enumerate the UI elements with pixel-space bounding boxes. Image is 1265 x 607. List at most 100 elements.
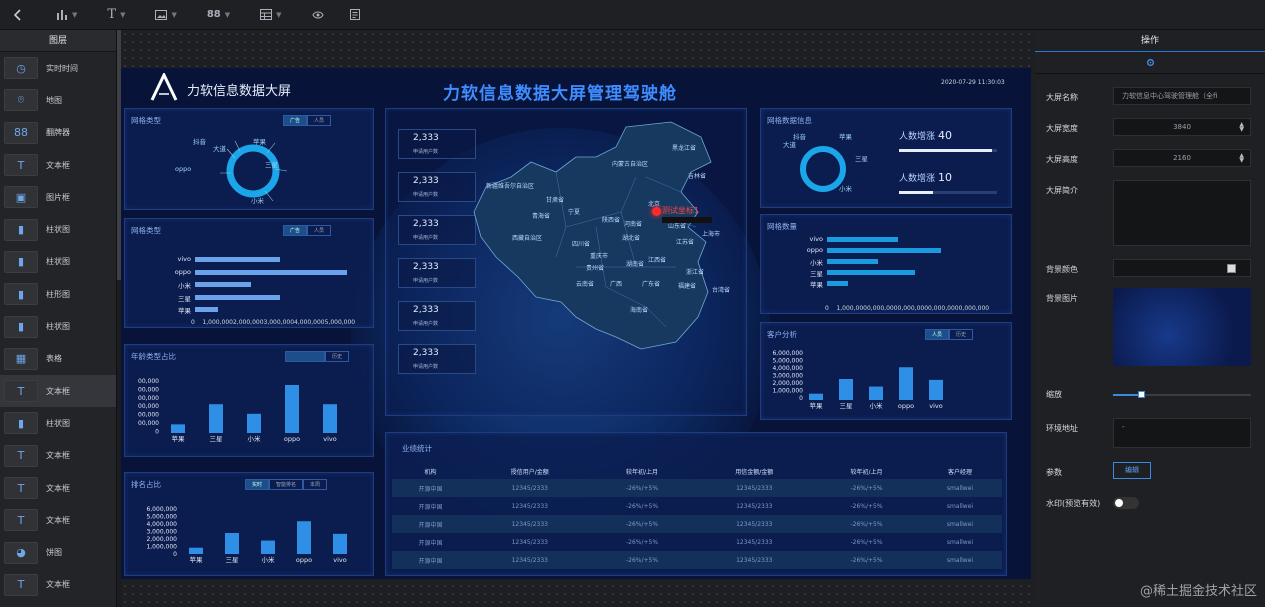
stepper-icon[interactable]: ▲ ▼ (1239, 153, 1244, 164)
back-button[interactable] (0, 0, 31, 30)
layer-item[interactable]: ▮ 柱状图 (0, 246, 116, 278)
customer-panel[interactable]: 客户分析 人员 历史 6,000,000 5,000,000 4,000,000 3,… (760, 322, 1012, 420)
param-edit-button[interactable]: 编辑 (1113, 462, 1151, 479)
donut-label: 小米 (839, 185, 852, 193)
performance-panel[interactable]: 业绩统计 机构 授信用户/金额 较年初/上月 用信金额/金额 较年初/上月 客户经理 开源… (385, 432, 1007, 576)
counter-label: 申请用户数 (413, 192, 439, 198)
grid-count-panel[interactable]: 网格数量 vivo oppo 小米 三星 苹果 0 1,000,0000,000,000… (760, 214, 1012, 314)
zoom-slider-fill (1113, 394, 1141, 396)
widget-menu-button[interactable]: 88 ▼ (198, 0, 239, 30)
layers-panel: 图层 ◷ 实时时间 ⌾ 地图 88 翻牌器 T 文本框 ▣ 图片框 ▮ 柱状图 ▮ 柱状图 ▮ 柱形图 ▮ 柱状图… (0, 30, 117, 607)
bar-category-label: 小米 (810, 259, 823, 267)
counter-label: 申请用户数 (413, 364, 439, 370)
x-tick-label: 三星 (840, 402, 854, 410)
layer-item[interactable]: ▦ 表格 (0, 343, 116, 375)
table-cell: 开源中国 (418, 503, 443, 511)
donut-label: 三星 (265, 161, 278, 169)
zoom-slider[interactable] (1113, 391, 1251, 398)
tab-people[interactable]: 人员 (307, 115, 332, 126)
map-region-label: 广东省 (642, 281, 661, 288)
layer-item[interactable]: ⌾ 地图 (0, 84, 116, 116)
y-tick-label: 6,000,000 (146, 506, 177, 513)
kpi-progress-track (899, 191, 997, 194)
layer-item[interactable]: ◷ 实时时间 (0, 52, 116, 84)
table-row[interactable]: 开源中国 12345/2333 -26%/+5% 12345/2333 -26%/+5%… (392, 551, 1002, 569)
layer-item[interactable]: ◕ 饼图 (0, 536, 116, 568)
table-cell: -26%/+5% (590, 479, 694, 497)
tab-ads[interactable]: 广告 (283, 115, 308, 126)
layer-item[interactable]: T 文本框 (0, 440, 116, 472)
donut-label: 大道 (783, 141, 796, 149)
table-cell: smallwei (917, 479, 1002, 497)
layer-item[interactable]: T 文本框 (0, 472, 116, 504)
layer-item[interactable]: T 文本框 (0, 374, 116, 408)
brand-title: 力软信息数据大屏 (187, 84, 292, 99)
map-marker[interactable] (652, 207, 661, 216)
env-input[interactable]: - (1113, 418, 1251, 448)
layer-item[interactable]: ▮ 柱状图 (0, 407, 116, 439)
bg-image-preview[interactable] (1113, 288, 1251, 366)
layer-item-label: 地图 (46, 95, 62, 105)
layer-item[interactable]: ▣ 图片框 (0, 181, 116, 213)
width-input[interactable]: 3840 ▲ ▼ (1113, 118, 1251, 136)
layer-item-label: 图片框 (46, 192, 70, 202)
settings-tab[interactable] (1035, 52, 1265, 74)
zoom-slider-handle[interactable] (1137, 391, 1145, 398)
table-cell: smallwei (946, 538, 974, 546)
counter-card[interactable]: 2,333 申请用户数 (398, 344, 476, 374)
table-row[interactable]: 开源中国 12345/2333 -26%/+5% 12345/2333 -26%/+5%… (392, 533, 1002, 551)
image-menu-button[interactable]: ▼ (146, 0, 185, 30)
counter-card[interactable]: 2,333 申请用户数 (398, 301, 476, 331)
donut-panel-left[interactable]: 网格类型 广告 人员 抖音 苹果 大道 三星 oppo 小米 (124, 108, 374, 210)
image-icon (155, 9, 168, 20)
text-menu-button[interactable]: T ▼ (98, 0, 134, 30)
table-row[interactable]: 开源中国 12345/2333 -26%/+5% 12345/2333 -26%/+5%… (392, 515, 1002, 533)
map-region-label: 内蒙古自治区 (612, 161, 649, 168)
table-row[interactable]: 开源中国 12345/2333 -26%/+5% 12345/2333 -26%/+5%… (392, 497, 1002, 515)
x-tick-label: oppo (898, 402, 914, 410)
layer-item[interactable]: T 文本框 (0, 149, 116, 181)
bar (827, 248, 941, 253)
bar-panel-left[interactable]: 网格类型 广告 人员 vivo oppo 小米 三星 苹果 0 1,000,0002,0… (124, 218, 374, 328)
bg-color-input[interactable] (1113, 259, 1251, 277)
layer-item[interactable]: T 文本框 (0, 504, 116, 536)
y-tick-label: 00,000 (138, 412, 159, 419)
x-tick-label: oppo (284, 435, 300, 443)
layer-item[interactable]: ▮ 柱状图 (0, 213, 116, 245)
map-marker-tooltip (662, 217, 712, 223)
layer-item[interactable]: ▮ 柱状图 (0, 310, 116, 342)
height-input[interactable]: 2160 ▲ ▼ (1113, 149, 1251, 167)
map-region-label: 重庆市 (590, 253, 609, 260)
watermark-label: 水印(预览有效) (1046, 499, 1101, 508)
data-info-panel[interactable]: 网格数据信息 抖音 苹果 大道 三星 小米 人数增涨 40 人数增涨 10 (760, 108, 1012, 208)
y-tick-label: 3,000,000 (772, 373, 803, 380)
color-picker-icon[interactable] (1227, 264, 1236, 273)
counter-card[interactable]: 2,333 申请用户数 (398, 215, 476, 245)
bar-chart-icon: ▮ (4, 315, 38, 338)
name-input[interactable]: 力软信息中心驾驶管理舱（全fi (1113, 87, 1251, 105)
layer-item-label: 文本框 (46, 386, 70, 396)
stepper-icon[interactable]: ▲ ▼ (1239, 122, 1244, 133)
counter-label: 申请用户数 (413, 149, 439, 155)
chart-menu-button[interactable]: ▼ (47, 0, 86, 30)
counter-card[interactable]: 2,333 申请用户数 (398, 172, 476, 202)
watermark-toggle[interactable] (1113, 497, 1139, 509)
rank-panel[interactable]: 排名占比 实时 智能排名 本周 6,000,000 5,000,000 4,000,… (124, 472, 374, 576)
table-menu-button[interactable]: ▼ (251, 0, 290, 30)
map-region-label: 湖北省 (622, 235, 641, 242)
desc-textarea[interactable] (1113, 180, 1251, 246)
preview-button[interactable] (303, 0, 333, 30)
table-row[interactable]: 开源中国 12345/2333 -26%/+5% 12345/2333 -26%/+5%… (392, 479, 1002, 497)
counter-card[interactable]: 2,333 申请用户数 (398, 129, 476, 159)
edit-button[interactable] (341, 0, 369, 30)
layer-item-label: 柱状图 (46, 322, 70, 332)
layer-item[interactable]: 88 翻牌器 (0, 117, 116, 149)
age-panel[interactable]: 年龄类型占比 历史 00,000 00,000 00,000 00,000 00,000… (124, 344, 374, 457)
table-cell: -26%/+5% (626, 502, 659, 510)
counter-card[interactable]: 2,333 申请用户数 (398, 258, 476, 288)
layer-item[interactable]: T 文本框 (0, 569, 116, 601)
map-region-label: 甘肃省 (546, 197, 565, 204)
dashboard-screen[interactable]: 力软信息数据大屏 力软信息数据大屏管理驾驶舱 2020-07-29 11:30:… (121, 68, 1031, 579)
map-panel[interactable]: 2,333 申请用户数 2,333 申请用户数 2,333 申请用户数 2,333 申请用户数… (385, 108, 747, 416)
layer-item[interactable]: ▮ 柱形图 (0, 278, 116, 310)
